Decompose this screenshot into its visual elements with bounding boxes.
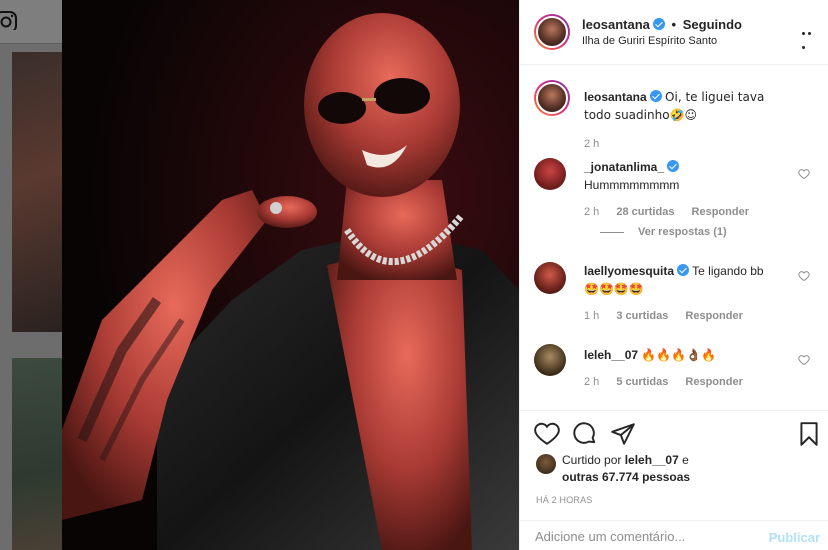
comment-like-heart-icon[interactable] xyxy=(798,270,810,282)
likes-summary: Curtido por leleh__07 e outras 67.774 pe… xyxy=(536,452,814,486)
liker-username[interactable]: leleh__07 xyxy=(625,453,679,467)
add-comment-bar: Publicar xyxy=(520,520,828,550)
verified-badge-icon xyxy=(652,18,665,30)
commenter-username[interactable]: laellyomesquita xyxy=(584,264,674,278)
comment-time: 2 h xyxy=(584,206,600,218)
commenter-avatar[interactable] xyxy=(534,262,566,294)
feed-background xyxy=(0,0,62,550)
caption-avatar[interactable] xyxy=(534,80,570,116)
caption-time-label: 2 h xyxy=(584,138,600,150)
comment-emoji: 🤩🤩🤩🤩 xyxy=(584,282,644,296)
reply-button[interactable]: Responder xyxy=(685,310,742,322)
author-avatar[interactable] xyxy=(534,14,570,50)
comment-likes[interactable]: 3 curtidas xyxy=(616,310,668,322)
post-photo[interactable] xyxy=(62,0,519,550)
post-author: leosantana • Seguindo xyxy=(582,17,742,32)
post-location[interactable]: Ilha de Guriri Espírito Santo xyxy=(582,35,717,47)
reply-button[interactable]: Responder xyxy=(685,376,742,388)
comments-list[interactable]: leosantana Oi, te liguei tava todo suadi… xyxy=(520,66,828,410)
likes-others[interactable]: outras 67.774 pessoas xyxy=(562,470,690,484)
likes-prefix: Curtido por xyxy=(562,453,622,467)
commenter-username[interactable]: leleh__07 xyxy=(584,348,638,362)
comment-meta: 2 h 5 curtidas Responder xyxy=(584,376,757,388)
more-dots-icon[interactable] xyxy=(802,24,818,49)
view-replies-label: Ver respostas (1) xyxy=(638,226,727,238)
commenter-username[interactable]: _jonatanlima_ xyxy=(584,160,664,174)
post-header: leosantana • Seguindo Ilha de Guriri Esp… xyxy=(520,0,828,65)
view-replies-button[interactable]: Ver respostas (1) xyxy=(600,226,727,238)
verified-badge-icon xyxy=(667,160,680,172)
comment-likes[interactable]: 28 curtidas xyxy=(616,206,674,218)
author-username[interactable]: leosantana xyxy=(582,17,650,32)
comment-text: _jonatanlima_ Hummmmmmmm xyxy=(584,158,788,194)
replies-divider xyxy=(600,231,624,233)
comment-icon[interactable] xyxy=(572,421,598,447)
comment-meta: 2 h 28 curtidas Responder xyxy=(584,206,763,218)
bookmark-icon[interactable] xyxy=(796,421,822,447)
comment-time: 2 h xyxy=(584,376,600,388)
comment-like-heart-icon[interactable] xyxy=(798,168,810,180)
comment-body: Hummmmmmmm xyxy=(584,178,680,192)
liker-avatar[interactable] xyxy=(536,454,556,474)
caption-username[interactable]: leosantana xyxy=(584,90,647,104)
comment-time: 1 h xyxy=(584,310,600,322)
share-icon[interactable] xyxy=(610,421,636,447)
following-button[interactable]: Seguindo xyxy=(683,17,742,32)
post-photo-illustration xyxy=(62,0,519,550)
separator-dot: • xyxy=(671,17,677,32)
likes-middle: e xyxy=(682,453,689,467)
comment-text: laellyomesquita Te ligando bb 🤩🤩🤩🤩 xyxy=(584,262,788,298)
commenter-avatar[interactable] xyxy=(534,344,566,376)
heart-icon[interactable] xyxy=(534,421,560,447)
publish-button[interactable]: Publicar xyxy=(769,530,820,545)
post-timestamp[interactable]: HÁ 2 HORAS xyxy=(536,495,593,505)
likes-count: 67.774 xyxy=(602,470,639,484)
comment-meta: 1 h 3 curtidas Responder xyxy=(584,310,757,322)
feed-thumbnail xyxy=(12,358,62,550)
action-bar xyxy=(520,410,828,456)
caption-text: leosantana Oi, te liguei tava todo suadi… xyxy=(584,88,788,124)
commenter-avatar[interactable] xyxy=(534,158,566,190)
post-side-panel: leosantana • Seguindo Ilha de Guriri Esp… xyxy=(519,0,828,550)
caption-time: 2 h xyxy=(584,138,613,150)
comment-like-heart-icon[interactable] xyxy=(798,354,810,366)
likes-others-prefix: outras xyxy=(562,470,599,484)
verified-badge-icon xyxy=(649,90,662,102)
comment-body: Te ligando bb xyxy=(692,264,764,278)
comment-text: leleh__07 🔥🔥🔥👌🏾🔥 xyxy=(584,346,788,364)
comment-input[interactable] xyxy=(535,529,755,544)
verified-badge-icon xyxy=(677,264,690,276)
feed-thumbnail xyxy=(12,52,62,332)
reply-button[interactable]: Responder xyxy=(692,206,749,218)
instagram-icon[interactable] xyxy=(0,10,20,30)
likes-suffix: pessoas xyxy=(642,470,691,484)
comment-likes[interactable]: 5 curtidas xyxy=(616,376,668,388)
comment-body: 🔥🔥🔥👌🏾🔥 xyxy=(641,348,717,362)
